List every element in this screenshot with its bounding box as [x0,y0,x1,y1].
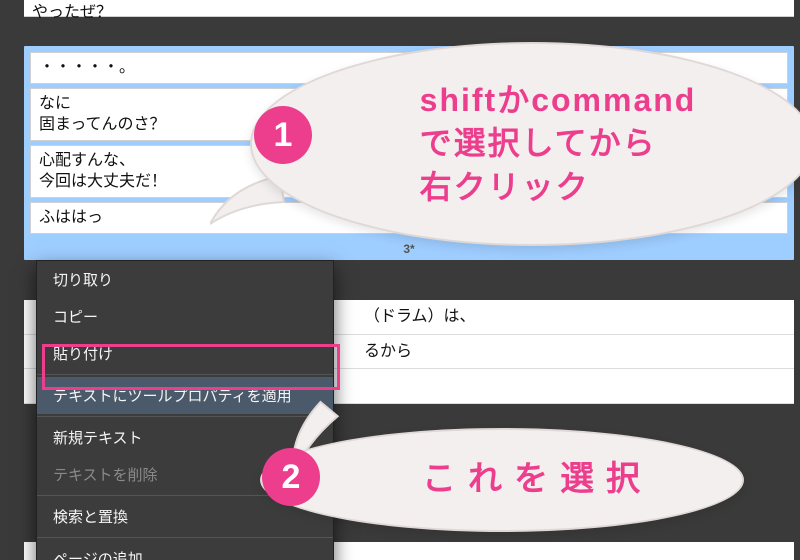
text-row-cropped [24,0,794,17]
annotation-bubble-1: shiftかcommand で選択してから 右クリック [250,42,800,246]
menu-separator [37,537,333,538]
menu-item-apply-tool-property[interactable]: テキストにツールプロパティを適用 [37,377,333,414]
tab-label: 3* [28,238,790,256]
annotation-text-1: shiftかcommand で選択してから 右クリック [320,79,745,209]
annotation-text-2: これを選択 [352,457,652,503]
menu-item-add-page[interactable]: ページの追加 [37,540,333,560]
annotation-number-2: 2 [262,448,320,506]
menu-item-copy[interactable]: コピー [37,298,333,335]
menu-item-paste[interactable]: 貼り付け [37,335,333,372]
annotation-bubble-2: これを選択 [260,428,744,532]
annotation-number-1: 1 [254,106,312,164]
menu-separator [37,374,333,375]
menu-item-cut[interactable]: 切り取り [37,261,333,298]
text-row-0: やったぜ？ [32,0,112,22]
context-menu: 切り取り コピー 貼り付け テキストにツールプロパティを適用 新規テキスト テキ… [36,260,334,560]
